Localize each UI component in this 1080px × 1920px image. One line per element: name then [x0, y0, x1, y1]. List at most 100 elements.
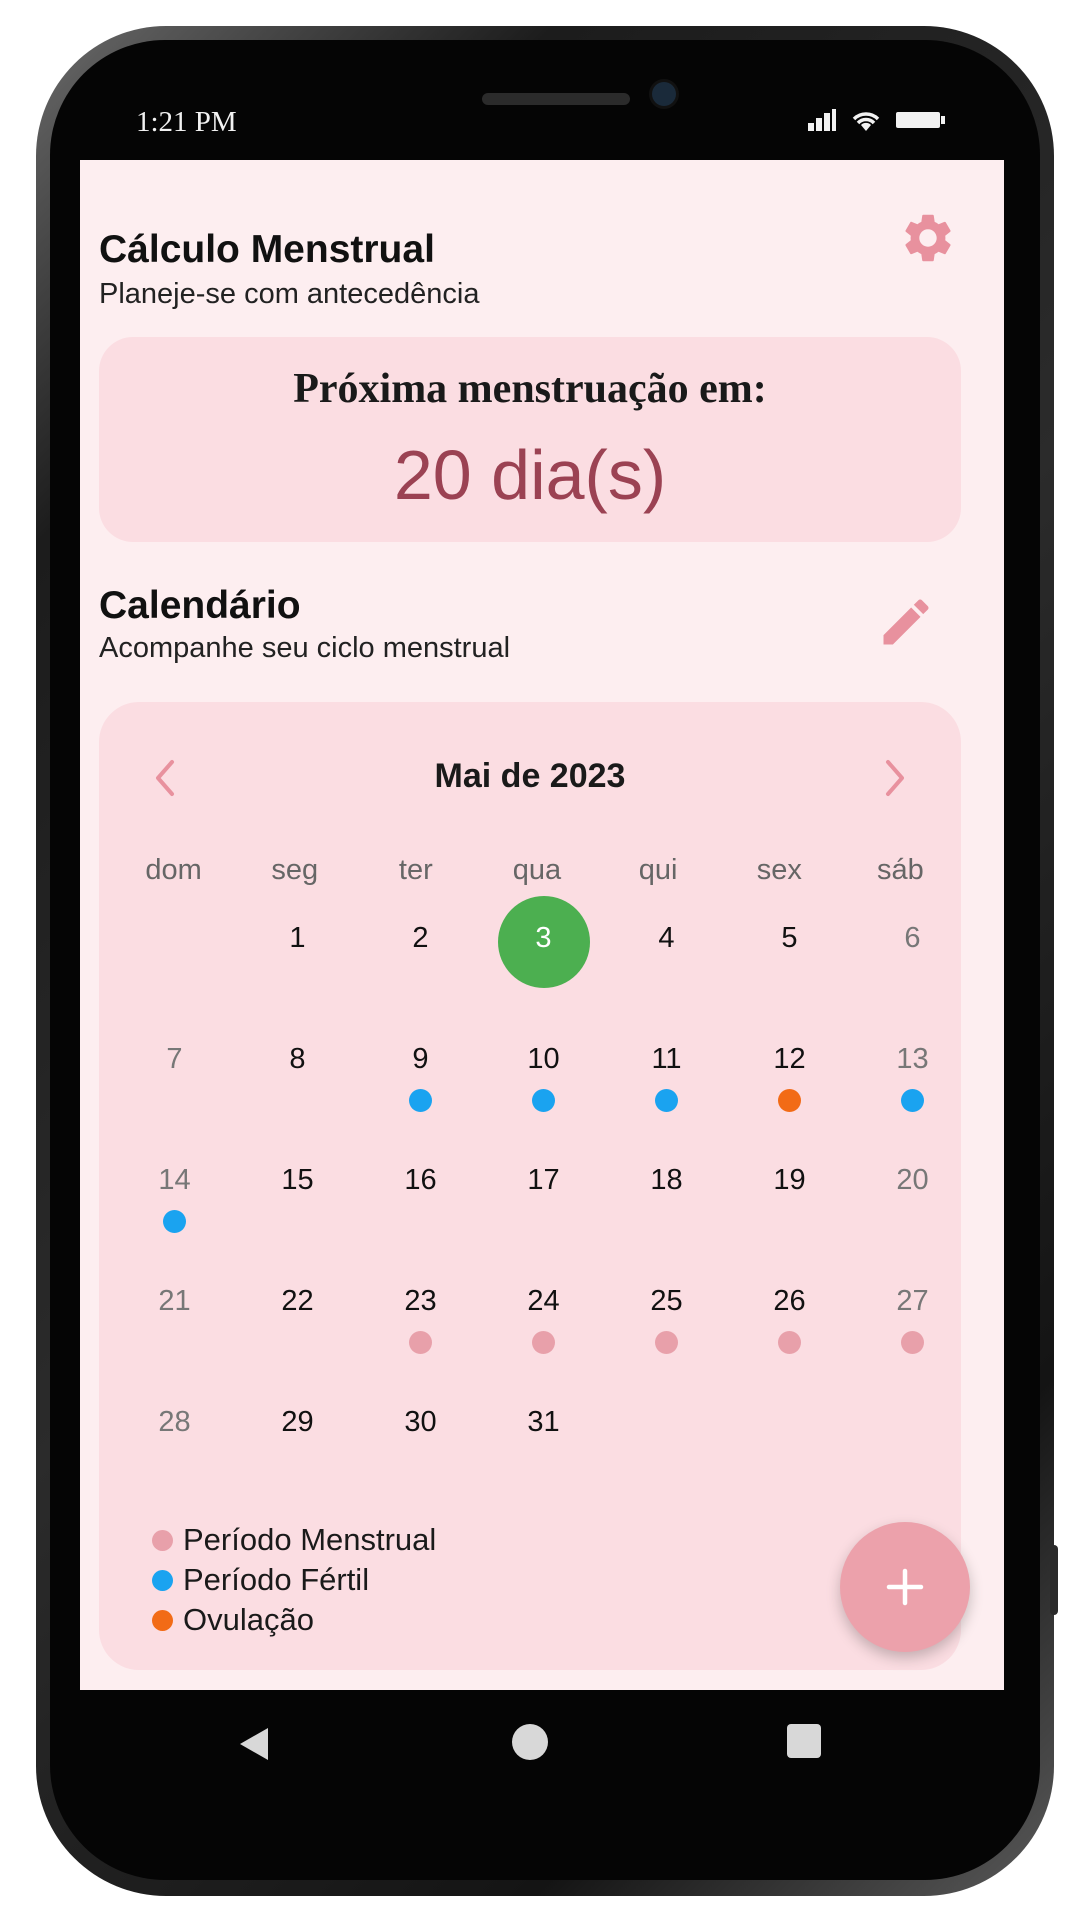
calendar-week: 21 22 23 24 25 26 27: [113, 1263, 974, 1384]
fertile-marker-dot: [901, 1089, 924, 1112]
next-period-label: Próxima menstruação em:: [293, 366, 767, 412]
calendar-day[interactable]: 10: [482, 1021, 605, 1142]
front-camera: [652, 82, 676, 106]
day-number: 27: [896, 1285, 929, 1317]
calendar-day[interactable]: 7: [113, 1021, 236, 1142]
calendar-week: 28 29 30 31: [113, 1384, 974, 1505]
legend-item: Ovulação: [152, 1600, 436, 1640]
phone-speaker: [482, 93, 630, 105]
add-button[interactable]: [840, 1522, 970, 1652]
calendar-day[interactable]: 29: [236, 1384, 359, 1505]
app-subtitle: Planeje-se com antecedência: [99, 278, 480, 310]
calendar-day[interactable]: 27: [851, 1263, 974, 1384]
pencil-icon: [883, 599, 929, 645]
edit-button[interactable]: [874, 590, 938, 654]
calendar-day[interactable]: 23: [359, 1263, 482, 1384]
day-number: 22: [281, 1285, 314, 1317]
app-title: Cálculo Menstrual: [99, 228, 435, 271]
calendar-day[interactable]: 18: [605, 1142, 728, 1263]
calendar-day[interactable]: 14: [113, 1142, 236, 1263]
calendar-day[interactable]: 2: [359, 900, 482, 1021]
day-number: 26: [773, 1285, 806, 1317]
weekday-label: qui: [638, 854, 678, 886]
calendar-day[interactable]: 1: [236, 900, 359, 1021]
day-number: 1: [289, 922, 306, 954]
menstrual-marker-dot: [532, 1331, 555, 1354]
circle-home-icon[interactable]: [512, 1724, 548, 1760]
calendar-empty-cell: [728, 1384, 851, 1505]
day-number: 25: [650, 1285, 683, 1317]
calendar-week: 7 8 9 10 11 12 13: [113, 1021, 974, 1142]
settings-button[interactable]: [896, 206, 960, 270]
calendar-day[interactable]: 6: [851, 900, 974, 1021]
calendar-day[interactable]: 21: [113, 1263, 236, 1384]
day-number: 12: [773, 1043, 806, 1075]
calendar-day[interactable]: 17: [482, 1142, 605, 1263]
calendar-day[interactable]: 19: [728, 1142, 851, 1263]
calendar-day[interactable]: 22: [236, 1263, 359, 1384]
weekday-label: ter: [398, 854, 433, 886]
calendar-day[interactable]: 3: [482, 896, 605, 1021]
day-number: 9: [412, 1043, 429, 1075]
legend-label: Ovulação: [183, 1602, 314, 1637]
day-number: 31: [527, 1406, 560, 1438]
calendar-day[interactable]: 24: [482, 1263, 605, 1384]
calendar-day[interactable]: 28: [113, 1384, 236, 1505]
calendar-day[interactable]: 20: [851, 1142, 974, 1263]
menstrual-marker-dot: [409, 1331, 432, 1354]
calendar-day[interactable]: 5: [728, 900, 851, 1021]
legend-label: Período Fértil: [183, 1562, 370, 1597]
plus-icon: [886, 1568, 924, 1606]
weekday-label: qua: [512, 854, 562, 886]
triangle-back-icon[interactable]: [234, 1724, 274, 1764]
calendar-day[interactable]: 8: [236, 1021, 359, 1142]
day-number: 3: [535, 922, 552, 954]
calendar-day[interactable]: 26: [728, 1263, 851, 1384]
calendar-day[interactable]: 25: [605, 1263, 728, 1384]
calendar-day[interactable]: 16: [359, 1142, 482, 1263]
legend-dot: [152, 1569, 173, 1591]
ovulation-marker-dot: [778, 1089, 801, 1112]
day-number: 18: [650, 1164, 683, 1196]
fertile-marker-dot: [532, 1089, 555, 1112]
day-number: 29: [281, 1406, 314, 1438]
status-icons: [808, 108, 946, 132]
legend-label: Período Menstrual: [183, 1522, 437, 1557]
next-month-button[interactable]: [865, 748, 925, 808]
calendar-card: Mai de 2023 dom seg ter qua qui sex sáb …: [99, 702, 961, 1670]
calendar-empty-cell: [113, 900, 236, 1021]
next-period-value: 20 dia(s): [393, 436, 667, 514]
weekday-header: dom seg ter qua qui sex sáb: [99, 854, 961, 887]
next-period-card: Próxima menstruação em: 20 dia(s): [99, 337, 961, 542]
day-number: 28: [158, 1406, 191, 1438]
day-number: 13: [896, 1043, 929, 1075]
menstrual-marker-dot: [778, 1331, 801, 1354]
weekday-label: sex: [756, 854, 802, 886]
calendar-day[interactable]: 12: [728, 1021, 851, 1142]
wifi-icon: [852, 112, 880, 131]
calendar-day[interactable]: 30: [359, 1384, 482, 1505]
chevron-right-icon: [886, 760, 904, 796]
weekday-label: sáb: [877, 854, 924, 886]
day-number: 30: [404, 1406, 437, 1438]
menstrual-marker-dot: [901, 1331, 924, 1354]
status-time: 1:21 PM: [136, 106, 237, 138]
fertile-marker-dot: [655, 1089, 678, 1112]
calendar-day[interactable]: 4: [605, 900, 728, 1021]
calendar-subtitle: Acompanhe seu ciclo menstrual: [99, 632, 511, 664]
calendar-day[interactable]: 15: [236, 1142, 359, 1263]
calendar-empty-cell: [851, 1384, 974, 1505]
phone-side-button: [1050, 1545, 1058, 1615]
calendar-day[interactable]: 9: [359, 1021, 482, 1142]
battery-icon: [896, 112, 945, 128]
day-number: 10: [527, 1043, 560, 1075]
legend-dot: [152, 1529, 173, 1551]
square-recent-icon[interactable]: [787, 1724, 821, 1758]
calendar-day[interactable]: 31: [482, 1384, 605, 1505]
calendar-day[interactable]: 11: [605, 1021, 728, 1142]
app-screen: Cálculo Menstrual Planeje-se com anteced…: [80, 160, 1004, 1690]
calendar-grid: 1 2 3 4 5 6 7 8 9 10 11 12 13 14 15 16 17 18 19 20 21 22 23 24 2…: [113, 896, 974, 1505]
legend-dot: [152, 1609, 173, 1631]
calendar-day[interactable]: 13: [851, 1021, 974, 1142]
calendar-title: Calendário: [99, 584, 301, 627]
